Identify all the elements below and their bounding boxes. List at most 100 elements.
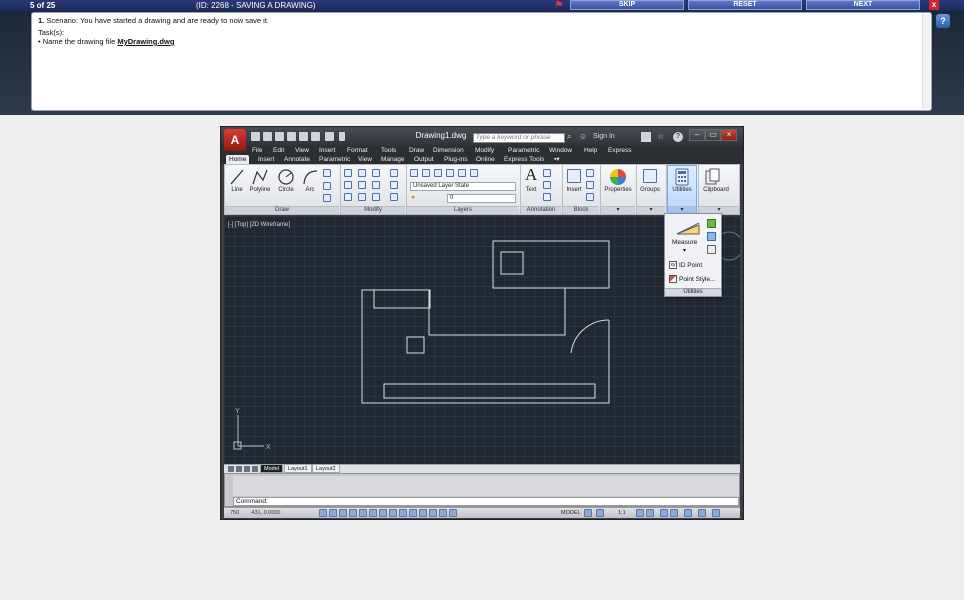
- hatch-icon[interactable]: [323, 182, 331, 190]
- menu-parametric[interactable]: Parametric: [508, 146, 539, 155]
- point-style-item[interactable]: Point Style...: [679, 276, 716, 283]
- qat-dropdown-icon[interactable]: [339, 132, 345, 141]
- layer-select[interactable]: 0: [447, 194, 516, 203]
- stretch-icon[interactable]: [344, 193, 352, 201]
- reset-button[interactable]: RESET: [688, 0, 802, 10]
- layer-freeze-icon[interactable]: [446, 169, 454, 177]
- insert-block-icon[interactable]: [567, 169, 581, 183]
- layer-lock-icon[interactable]: [458, 169, 466, 177]
- window-close-icon[interactable]: ×: [721, 129, 737, 141]
- object-snap-icon[interactable]: [369, 509, 377, 517]
- tab-annotate[interactable]: Annotate: [281, 155, 313, 164]
- first-layout-icon[interactable]: [228, 466, 234, 472]
- menu-view[interactable]: View: [295, 146, 309, 155]
- id-point-icon[interactable]: xy: [669, 261, 677, 269]
- close-icon[interactable]: x: [929, 0, 939, 10]
- sign-in-link[interactable]: Sign In: [593, 133, 615, 140]
- isolate-objects-icon[interactable]: [698, 509, 706, 517]
- dynamic-input-icon[interactable]: [409, 509, 417, 517]
- quick-view-drawings-icon[interactable]: [596, 509, 604, 517]
- panel-title-groups[interactable]: ▾: [637, 206, 665, 214]
- keyword-search-input[interactable]: Type a keyword or phrase: [473, 133, 565, 143]
- tab-output[interactable]: Output: [411, 155, 437, 164]
- fillet-icon[interactable]: [372, 181, 380, 189]
- hardware-acceleration-icon[interactable]: [684, 509, 692, 517]
- menu-format[interactable]: Format: [347, 146, 368, 155]
- plot-icon[interactable]: [299, 132, 308, 141]
- text-icon[interactable]: A: [525, 165, 537, 185]
- layer-off-icon[interactable]: [422, 169, 430, 177]
- mirror-icon[interactable]: [358, 181, 366, 189]
- block-attribute-icon[interactable]: [586, 193, 594, 201]
- layer-match-icon[interactable]: [470, 169, 478, 177]
- user-icon[interactable]: ☺: [579, 132, 589, 142]
- rotate-icon[interactable]: [358, 169, 366, 177]
- selection-cycling-icon[interactable]: [449, 509, 457, 517]
- workspace-switching-icon[interactable]: [660, 509, 668, 517]
- flag-icon[interactable]: ⚑: [553, 0, 565, 11]
- panel-title-block[interactable]: Block: [563, 206, 599, 214]
- tab-express-tools[interactable]: Express Tools: [501, 155, 547, 164]
- explode-icon[interactable]: [390, 181, 398, 189]
- menu-tools[interactable]: Tools: [381, 146, 396, 155]
- task-panel-scrollbar[interactable]: [922, 14, 930, 109]
- region-icon[interactable]: [323, 194, 331, 202]
- command-line-input[interactable]: Command:: [233, 497, 739, 506]
- tab-manage[interactable]: Manage: [378, 155, 408, 164]
- tab-layout2[interactable]: Layout2: [312, 465, 340, 473]
- leader-icon[interactable]: [543, 181, 551, 189]
- circle-icon[interactable]: [277, 168, 295, 186]
- groups-icon[interactable]: [643, 169, 657, 183]
- infer-constraints-icon[interactable]: [319, 509, 327, 517]
- menu-window[interactable]: Window: [549, 146, 572, 155]
- annotation-scale[interactable]: 1:1: [618, 510, 626, 516]
- measure-label[interactable]: Measure: [672, 239, 697, 246]
- clean-screen-icon[interactable]: [712, 509, 720, 517]
- quickcalc-icon[interactable]: [707, 245, 716, 254]
- save-icon[interactable]: [275, 132, 284, 141]
- application-menu-button[interactable]: A: [224, 129, 246, 151]
- quick-view-layouts-icon[interactable]: [584, 509, 592, 517]
- bulb-icon[interactable]: ●: [411, 194, 415, 201]
- menu-express[interactable]: Express: [608, 146, 631, 155]
- layer-properties-icon[interactable]: [410, 169, 418, 177]
- tab-options-icon[interactable]: ▪▾: [551, 155, 563, 164]
- scale-icon[interactable]: [358, 193, 366, 201]
- lineweight-icon[interactable]: [419, 509, 427, 517]
- next-button[interactable]: NEXT: [806, 0, 920, 10]
- calculator-icon[interactable]: [674, 168, 690, 186]
- help-circle-icon[interactable]: ?: [673, 132, 683, 142]
- tab-view[interactable]: View: [355, 155, 375, 164]
- minimize-icon[interactable]: –: [689, 129, 705, 141]
- tab-plugins[interactable]: Plug-ins: [441, 155, 470, 164]
- tab-online[interactable]: Online: [473, 155, 498, 164]
- tab-insert[interactable]: Insert: [255, 155, 277, 164]
- prev-layout-icon[interactable]: [236, 466, 242, 472]
- last-layout-icon[interactable]: [252, 466, 258, 472]
- arc-icon[interactable]: [301, 168, 319, 186]
- undo-icon[interactable]: [311, 132, 320, 141]
- offset-icon[interactable]: [390, 193, 398, 201]
- rectangle-icon[interactable]: [323, 169, 331, 177]
- id-point-item[interactable]: ID Point: [679, 262, 702, 269]
- menu-file[interactable]: File: [252, 146, 262, 155]
- edit-block-icon[interactable]: [586, 181, 594, 189]
- tab-parametric[interactable]: Parametric: [316, 155, 353, 164]
- object-snap-tracking-icon[interactable]: [389, 509, 397, 517]
- next-layout-icon[interactable]: [244, 466, 250, 472]
- exchange-icon[interactable]: [641, 132, 651, 142]
- panel-title-draw[interactable]: Draw: [225, 206, 339, 214]
- help-icon[interactable]: ?: [936, 14, 950, 28]
- panel-title-annotation[interactable]: Annotation: [521, 206, 561, 214]
- copy-icon[interactable]: [344, 181, 352, 189]
- search-icon[interactable]: ⌕: [567, 132, 577, 142]
- create-block-icon[interactable]: [586, 169, 594, 177]
- array-icon[interactable]: [372, 193, 380, 201]
- properties-icon[interactable]: [609, 168, 627, 186]
- line-icon[interactable]: [229, 168, 245, 186]
- dynamic-ucs-icon[interactable]: [399, 509, 407, 517]
- count-icon[interactable]: [707, 232, 716, 241]
- erase-icon[interactable]: [390, 169, 398, 177]
- snap-mode-icon[interactable]: [329, 509, 337, 517]
- tab-model[interactable]: Model: [260, 465, 283, 473]
